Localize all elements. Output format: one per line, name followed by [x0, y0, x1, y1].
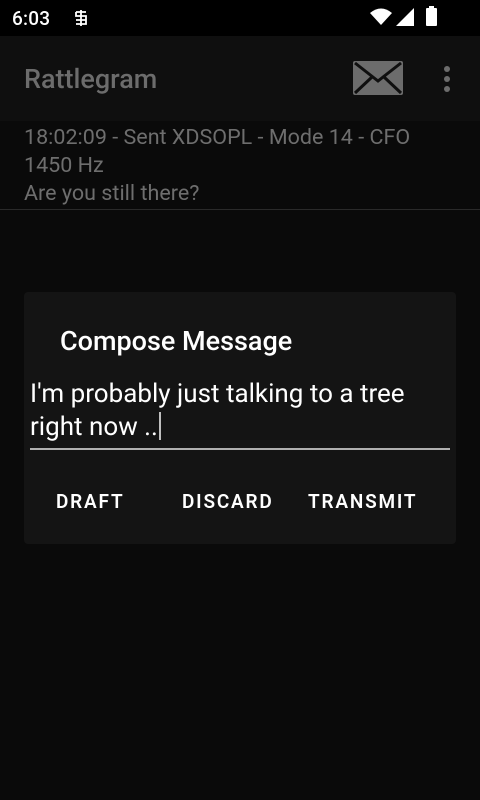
wifi-icon: [370, 8, 392, 25]
compose-dialog: Compose Message I'm probably just talkin…: [24, 292, 456, 544]
notification-icon: [75, 10, 87, 26]
mail-icon[interactable]: [353, 61, 403, 95]
dialog-title: Compose Message: [60, 325, 293, 357]
draft-button[interactable]: DRAFT: [56, 490, 124, 513]
overflow-menu-icon[interactable]: [440, 65, 454, 93]
message-input[interactable]: I'm probably just talking to a tree righ…: [30, 378, 450, 450]
screen: 6:03 Rattlegram 18:02:09 - Sent XDSOPL -…: [0, 0, 480, 800]
message-list: 18:02:09 - Sent XDSOPL - Mode 14 - CFO 1…: [0, 121, 480, 210]
message-input-text: I'm probably just talking to a tree righ…: [30, 379, 405, 442]
app-bar: Rattlegram: [0, 36, 480, 121]
text-cursor: [158, 412, 161, 440]
status-bar: 6:03: [0, 0, 480, 36]
discard-button[interactable]: DISCARD: [182, 490, 274, 513]
signal-icon: [396, 8, 414, 26]
transmit-button[interactable]: TRANSMIT: [308, 490, 417, 513]
app-title: Rattlegram: [24, 63, 158, 95]
status-time: 6:03: [12, 7, 51, 30]
battery-icon: [426, 6, 437, 26]
message-header: 18:02:09 - Sent XDSOPL - Mode 14 - CFO 1…: [24, 125, 411, 178]
message-item[interactable]: 18:02:09 - Sent XDSOPL - Mode 14 - CFO 1…: [0, 121, 480, 210]
message-body: Are you still there?: [24, 181, 200, 206]
